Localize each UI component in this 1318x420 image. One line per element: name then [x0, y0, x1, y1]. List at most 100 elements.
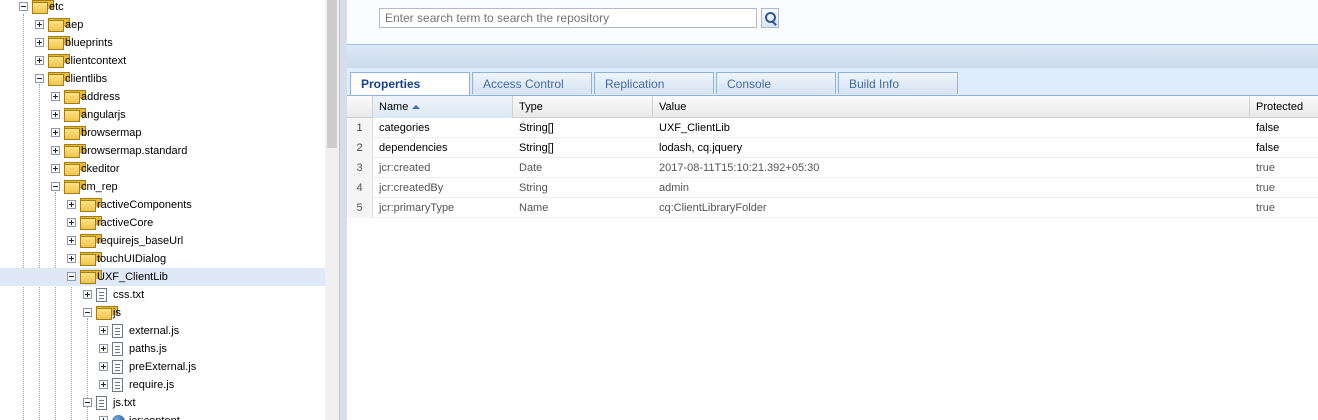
tree-item[interactable]: js [0, 304, 325, 322]
table-row[interactable]: 5 jcr:primaryType Name cq:ClientLibraryFold… [347, 198, 1318, 218]
tree-item[interactable]: external.js [0, 322, 325, 340]
file-icon [112, 342, 123, 356]
expand-icon[interactable] [67, 254, 76, 263]
cell-name: jcr:primaryType [379, 202, 455, 214]
expand-icon[interactable] [35, 38, 44, 47]
folder-icon [80, 252, 102, 266]
folder-icon [64, 108, 86, 122]
expand-icon[interactable] [51, 146, 60, 155]
tree-item[interactable]: address [0, 88, 325, 106]
search-input[interactable] [379, 8, 757, 28]
cell-name: categories [379, 122, 430, 134]
tree-item[interactable]: preExternal.js [0, 358, 325, 376]
tree-item[interactable]: ckeditor [0, 160, 325, 178]
tree-item[interactable]: requirejs_baseUrl [0, 232, 325, 250]
tree-item-label: blueprints [65, 37, 113, 49]
tab-console[interactable]: Console [716, 72, 836, 94]
tree-item-label: aep [65, 19, 84, 31]
tree-item[interactable]: UXF_ClientLib [0, 268, 325, 286]
content-panel: PropertiesAccess ControlReplicationConso… [347, 0, 1318, 420]
search-button[interactable] [761, 8, 779, 28]
column-header-name[interactable]: Name [373, 96, 513, 118]
tree-item-label: UXF_ClientLib [97, 271, 168, 283]
tree-item-label: cm_rep [81, 181, 118, 193]
tab-bar: Properties Access Control Replication Conso… [347, 68, 1318, 96]
collapse-icon[interactable] [83, 398, 92, 407]
tree-scrollbar[interactable] [325, 0, 339, 420]
expand-icon[interactable] [83, 290, 92, 299]
tree-item[interactable]: paths.js [0, 340, 325, 358]
file-icon [96, 396, 107, 410]
tree-item[interactable]: browsermap.standard [0, 142, 325, 160]
table-row[interactable]: 2 dependencies String[] lodash, cq.jquery fa… [347, 138, 1318, 158]
column-header-label: Value [659, 101, 687, 113]
expand-icon[interactable] [99, 416, 108, 420]
tree-item[interactable]: aep [0, 16, 325, 34]
expand-icon[interactable] [67, 218, 76, 227]
expand-icon[interactable] [51, 128, 60, 137]
tab-access-control[interactable]: Access Control [472, 72, 592, 94]
collapse-icon[interactable] [51, 182, 60, 191]
tree-item[interactable]: ractiveComponents [0, 196, 325, 214]
tree-item[interactable]: touchUIDialog [0, 250, 325, 268]
expand-icon[interactable] [51, 164, 60, 173]
expand-icon[interactable] [99, 362, 108, 371]
tree-item[interactable]: cm_rep [0, 178, 325, 196]
tree-item[interactable]: blueprints [0, 34, 325, 52]
table-row[interactable]: 1 categories String[] UXF_ClientLib false [347, 118, 1318, 138]
column-header-type[interactable]: Type [513, 96, 653, 118]
expand-icon[interactable] [35, 56, 44, 65]
folder-icon [48, 54, 70, 68]
expand-icon[interactable] [51, 92, 60, 101]
cell-num: 4 [347, 178, 373, 198]
table-row[interactable]: 3 jcr:created Date 2017-08-11T15:10:21.392+… [347, 158, 1318, 178]
column-header-value[interactable]: Value [653, 96, 1250, 118]
cell-type: Name [519, 202, 549, 214]
tree-item[interactable]: clientcontext [0, 52, 325, 70]
file-icon [112, 324, 123, 338]
collapse-icon[interactable] [67, 272, 76, 281]
column-header-protected[interactable]: Protected [1250, 96, 1318, 118]
tree-scrollbar-thumb[interactable] [327, 0, 337, 148]
tree-item[interactable]: angularjs [0, 106, 325, 124]
tree-item[interactable]: css.txt [0, 286, 325, 304]
tree-item-label: address [81, 91, 121, 103]
expand-icon[interactable] [99, 380, 108, 389]
tree-item[interactable]: etc [0, 0, 325, 16]
tab-replication[interactable]: Replication [594, 72, 714, 94]
tree-item-label: ractiveCore [97, 217, 154, 229]
tree-item-label: angularjs [81, 109, 126, 121]
sort-ascending-icon [412, 105, 421, 110]
tree-item[interactable]: require.js [0, 376, 325, 394]
cell-protected: false [1256, 142, 1280, 154]
tab-build-info[interactable]: Build Info [838, 72, 958, 94]
tree-item[interactable]: browsermap [0, 124, 325, 142]
expand-icon[interactable] [67, 236, 76, 245]
tab-properties[interactable]: Properties [350, 72, 470, 95]
collapse-icon[interactable] [83, 308, 92, 317]
collapse-icon[interactable] [19, 2, 28, 11]
folder-icon [80, 216, 102, 230]
expand-icon[interactable] [51, 110, 60, 119]
tree-item-label: browsermap [81, 127, 142, 139]
expand-icon[interactable] [99, 344, 108, 353]
node-icon [112, 415, 125, 420]
tree-item[interactable]: jcr:content [0, 412, 325, 420]
table-row[interactable]: 4 jcr:createdBy String admin true [347, 178, 1318, 198]
folder-icon [32, 0, 54, 14]
folder-icon [64, 180, 86, 194]
expand-icon[interactable] [99, 326, 108, 335]
column-header-label: Name [379, 101, 409, 113]
cell-protected: true [1256, 182, 1275, 194]
folder-icon [96, 306, 118, 320]
folder-icon [64, 144, 86, 158]
collapse-icon[interactable] [35, 74, 44, 83]
repository-tree: etc aep blueprints clientcontext clientlibs a… [0, 0, 325, 420]
cell-type: String [519, 182, 548, 194]
tree-item[interactable]: js.txt [0, 394, 325, 412]
folder-icon [48, 18, 70, 32]
expand-icon[interactable] [35, 20, 44, 29]
tree-item[interactable]: clientlibs [0, 70, 325, 88]
expand-icon[interactable] [67, 200, 76, 209]
tree-item[interactable]: ractiveCore [0, 214, 325, 232]
